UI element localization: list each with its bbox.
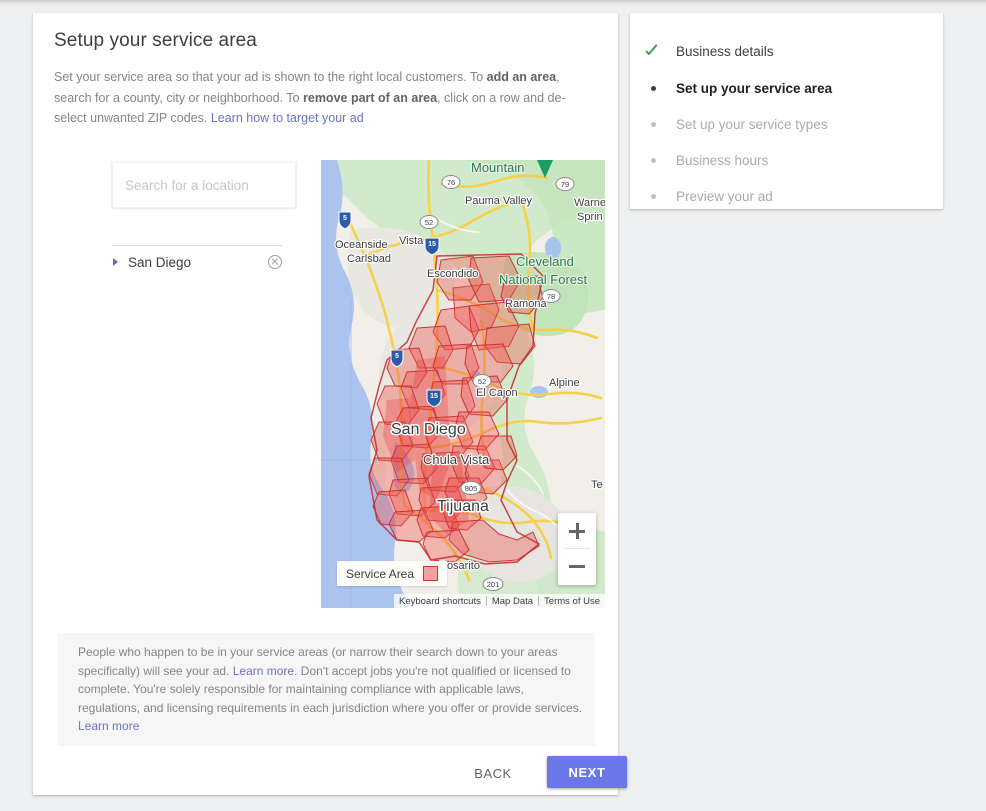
step-label: Set up your service area (676, 80, 833, 96)
step-label: Business details (676, 43, 774, 59)
learn-how-to-target-link[interactable]: Learn how to target your ad (211, 111, 364, 125)
service-area-card: Setup your service area Set your service… (33, 13, 627, 795)
step-marker (630, 193, 676, 199)
svg-text:15: 15 (428, 241, 436, 248)
svg-text:201: 201 (487, 580, 500, 589)
desc-part-1: Set your service area so that your ad is… (54, 70, 487, 84)
highway-shield-i5: 5 (338, 211, 352, 230)
highway-shield-201: 201 (482, 577, 504, 591)
svg-text:76: 76 (447, 178, 455, 187)
svg-text:5: 5 (343, 215, 347, 222)
step-item-business-hours[interactable]: Business hours (630, 142, 943, 178)
highway-shield-i15: 15 (424, 237, 440, 256)
step-marker (630, 85, 676, 91)
map-legend-label: Service Area (346, 566, 415, 581)
triangle-right-icon[interactable] (112, 256, 122, 268)
highway-shield-52: 52 (419, 215, 439, 229)
highway-shield-79: 79 (555, 177, 575, 191)
map-label: El Cajon (476, 387, 518, 399)
desc-bold-add-an-area: add an area (486, 70, 557, 84)
svg-text:52: 52 (478, 377, 486, 386)
map-zoom-controls[interactable] (558, 513, 596, 585)
check-icon (645, 43, 662, 60)
map-label: Carlsbad (347, 253, 391, 265)
step-marker (630, 121, 676, 127)
svg-text:52: 52 (425, 218, 433, 227)
step-label: Set up your service types (676, 116, 828, 132)
step-item-preview-ad[interactable]: Preview your ad (630, 178, 943, 214)
bullet-icon (650, 85, 656, 91)
map-label: Oceanside (335, 239, 388, 251)
svg-text:15: 15 (430, 393, 438, 400)
map-label: Ramona (505, 298, 547, 310)
map-label: Chula Vista (423, 452, 490, 467)
step-marker (630, 43, 676, 60)
map-label: San Diego (391, 421, 466, 438)
map-label: Pauma Valley (465, 195, 533, 207)
search-input[interactable] (112, 162, 296, 208)
map-label: Alpine (549, 377, 580, 389)
step-label: Business hours (676, 152, 769, 168)
map-label: Vista (399, 235, 424, 247)
keyboard-shortcuts-link[interactable]: Keyboard shortcuts (394, 596, 486, 607)
terms-of-use-link[interactable]: Terms of Use (539, 596, 605, 607)
svg-text:78: 78 (547, 292, 555, 301)
highway-shield-52-b: 52 (472, 374, 492, 388)
highway-shield-76: 76 (441, 175, 461, 189)
svg-text:5: 5 (395, 353, 399, 360)
step-marker (630, 157, 676, 163)
map-label: Sprin (577, 211, 603, 223)
step-label: Preview your ad (676, 188, 773, 204)
next-button[interactable]: NEXT (547, 756, 627, 788)
map-label: Cleveland (516, 254, 574, 269)
setup-steps-card: Business details Set up your service are… (630, 13, 943, 209)
back-button[interactable]: BACK (461, 758, 525, 788)
area-list-divider (112, 245, 282, 246)
bullet-icon (650, 157, 656, 163)
zoom-out-button[interactable] (558, 549, 596, 584)
bullet-icon (650, 121, 656, 127)
map-label: National Forest (499, 272, 588, 287)
remove-circle-icon[interactable] (268, 255, 282, 269)
zoom-in-button[interactable] (558, 513, 596, 548)
desc-bold-remove-part: remove part of an area (303, 90, 438, 105)
bullet-icon (650, 193, 656, 199)
map-legend: Service Area (337, 561, 448, 586)
highway-shield-i15-b: 15 (426, 389, 442, 408)
svg-text:79: 79 (561, 180, 569, 189)
map-attribution-bar: Keyboard shortcuts Map Data Terms of Use (393, 594, 605, 608)
map-label: Warner (574, 197, 605, 209)
area-list-item-san-diego[interactable]: San Diego (112, 251, 282, 273)
page-root: Setup your service area Set your service… (0, 0, 986, 811)
map-label: Te (591, 479, 603, 491)
search-container (112, 162, 296, 208)
area-label: San Diego (128, 254, 192, 270)
map-label: Mountain (471, 160, 524, 175)
header-shadow-strip (0, 0, 986, 8)
map-data-link[interactable]: Map Data (487, 596, 538, 607)
disclaimer-learn-more-link-2[interactable]: Learn more (78, 717, 583, 736)
highway-shield-805: 805 (460, 481, 482, 495)
page-description: Set your service area so that your ad is… (54, 67, 594, 129)
svg-text:805: 805 (465, 484, 478, 493)
step-item-business-details[interactable]: Business details (630, 33, 943, 69)
page-title: Setup your service area (54, 30, 257, 51)
disclaimer-learn-more-link-1[interactable]: Learn more (233, 664, 294, 678)
highway-shield-i5-b: 5 (390, 349, 404, 368)
step-item-service-types[interactable]: Set up your service types (630, 106, 943, 142)
legal-disclaimer: People who happen to be in your service … (58, 633, 595, 746)
step-item-service-area[interactable]: Set up your service area (630, 70, 943, 106)
map-legend-swatch (423, 566, 439, 581)
map-label: Tijuana (437, 498, 489, 515)
service-area-map[interactable]: 5 5 15 15 76 79 78 52 52 805 201 Mountai… (321, 160, 605, 608)
map-label: Escondido (427, 268, 478, 280)
